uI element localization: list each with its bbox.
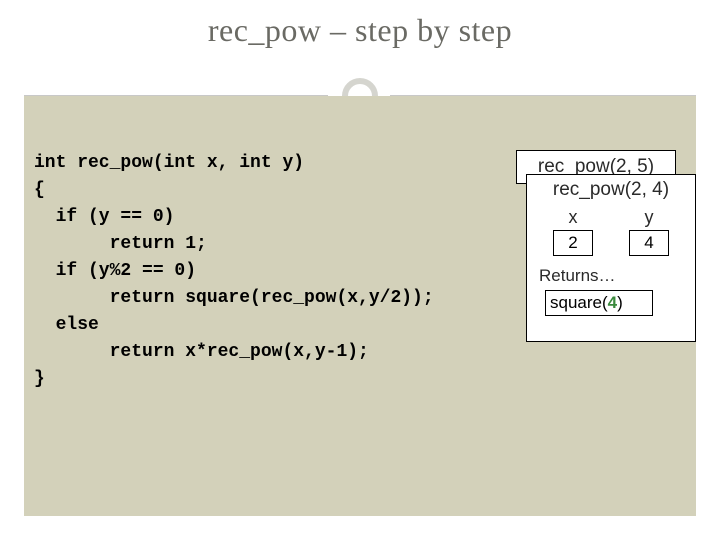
- var-value-box: 4: [629, 230, 669, 256]
- return-value-box: square(4): [545, 290, 653, 316]
- code-line: else: [34, 315, 99, 335]
- code-line: return square(rec_pow(x,y/2));: [34, 288, 434, 308]
- return-prefix: square(: [550, 293, 608, 312]
- title-area: rec_pow – step by step: [0, 0, 720, 49]
- code-block: int rec_pow(int x, int y) { if (y == 0) …: [34, 150, 434, 393]
- slide: rec_pow – step by step int rec_pow(int x…: [0, 0, 720, 540]
- slide-title: rec_pow – step by step: [0, 12, 720, 49]
- code-line: }: [34, 369, 45, 389]
- return-suffix: ): [617, 293, 623, 312]
- var-label: x: [548, 207, 598, 228]
- var-x: x 2: [548, 207, 598, 256]
- returns-label: Returns…: [539, 266, 687, 286]
- stack-frame-front: rec_pow(2, 4) x 2 y 4 Returns… square(4): [526, 174, 696, 342]
- code-line: if (y == 0): [34, 207, 174, 227]
- stack-frame-title: rec_pow(2, 4): [535, 179, 687, 201]
- code-line: return 1;: [34, 234, 207, 254]
- var-label: y: [624, 207, 674, 228]
- code-line: if (y%2 == 0): [34, 261, 196, 281]
- vars-row: x 2 y 4: [535, 207, 687, 256]
- code-line: return x*rec_pow(x,y-1);: [34, 342, 369, 362]
- code-line: {: [34, 180, 45, 200]
- code-line: int rec_pow(int x, int y): [34, 153, 304, 173]
- return-value: 4: [608, 293, 617, 312]
- var-y: y 4: [624, 207, 674, 256]
- var-value-box: 2: [553, 230, 593, 256]
